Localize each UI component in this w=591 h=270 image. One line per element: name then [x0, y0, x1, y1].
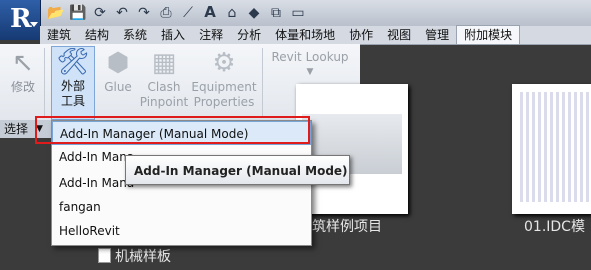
print-icon[interactable]: ⎙ — [156, 3, 176, 23]
tooltip: Add-In Manager (Manual Mode) — [125, 155, 350, 185]
measure-icon[interactable]: ⟋ — [178, 3, 198, 23]
chevron-down-icon — [30, 22, 38, 27]
revit-lookup-label: Revit Lookup — [271, 50, 349, 64]
glue-button[interactable]: ⬢ Glue — [99, 48, 137, 95]
recent-file-caption[interactable]: 筑样例项目 — [312, 216, 382, 236]
chevron-down-icon: ▼ — [306, 67, 314, 77]
file-link-label: 机械样板 — [115, 249, 171, 265]
document-icon — [98, 248, 111, 263]
tab-collaborate[interactable]: 协作 — [342, 26, 380, 44]
building-preview-image — [520, 92, 590, 202]
tab-view[interactable]: 视图 — [380, 26, 418, 44]
tab-systems[interactable]: 系统 — [116, 26, 154, 44]
ribbon-tabs: 建筑 结构 系统 插入 注释 分析 体量和场地 协作 视图 管理 附加模块 — [40, 25, 591, 45]
tab-insert[interactable]: 插入 — [154, 26, 192, 44]
equipment-label-2: Properties — [193, 95, 255, 109]
cursor-arrow-icon: ↖ — [12, 48, 34, 78]
3d-view-icon[interactable]: ⌂ — [222, 3, 242, 23]
quick-access-toolbar: 📂 💾 ⟳ ↶ ↷ ⎙ ⟋ A ⌂ ◆ ⧉ ▭ — [0, 0, 591, 27]
external-tools-label-1: 外部 — [60, 79, 85, 93]
select-panel-label[interactable]: 选择 — [4, 120, 28, 138]
clash-label-2: Pinpoint — [139, 95, 189, 109]
revit-lookup-button[interactable]: Revit Lookup ▼ — [268, 50, 352, 80]
save-icon[interactable]: 💾 — [68, 3, 88, 23]
recent-file-caption[interactable]: 01.IDC模 — [524, 216, 585, 236]
revit-logo-icon: R — [10, 4, 32, 34]
tab-massing-site[interactable]: 体量和场地 — [268, 26, 342, 44]
tab-annotate[interactable]: 注释 — [192, 26, 230, 44]
tab-structure[interactable]: 结构 — [78, 26, 116, 44]
undo-icon[interactable]: ↶ — [112, 3, 132, 23]
tab-add-ins[interactable]: 附加模块 — [456, 25, 521, 44]
external-tools-icon: 🛠 — [56, 47, 90, 77]
divider — [44, 48, 45, 118]
close-windows-icon[interactable]: ⧉ — [266, 3, 286, 23]
gear-icon: ⚙ — [212, 48, 236, 78]
file-link[interactable]: 机械样板 — [98, 246, 171, 266]
clash-pinpoint-icon: ▦ — [151, 48, 177, 78]
modify-label: 修改 — [10, 80, 35, 94]
highlight-box — [35, 116, 310, 144]
section-icon[interactable]: ◆ — [244, 3, 264, 23]
glue-cube-icon: ⬢ — [106, 48, 130, 78]
redo-icon[interactable]: ↷ — [134, 3, 154, 23]
external-tools-button[interactable]: 🛠 外部 工具 — [51, 46, 95, 120]
clash-pinpoint-button[interactable]: ▦ Clash Pinpoint — [139, 48, 189, 110]
open-icon[interactable]: 📂 — [46, 3, 66, 23]
tab-architecture[interactable]: 建筑 — [40, 26, 78, 44]
divider — [262, 48, 263, 118]
equipment-properties-button[interactable]: ⚙ Equipment Properties — [191, 48, 257, 110]
recent-file-thumbnail[interactable] — [296, 84, 408, 214]
glue-label: Glue — [104, 80, 132, 94]
application-menu-button[interactable]: R — [0, 0, 41, 40]
modify-button[interactable]: ↖ 修改 — [4, 48, 42, 95]
tab-analyze[interactable]: 分析 — [230, 26, 268, 44]
equipment-label-1: Equipment — [191, 80, 257, 94]
menu-item-hellorevit[interactable]: HelloRevit — [52, 219, 311, 243]
menu-item-fangan[interactable]: fangan — [52, 195, 311, 219]
external-tools-label-2: 工具 — [60, 94, 85, 108]
recent-file-thumbnail[interactable] — [512, 84, 591, 214]
text-icon[interactable]: A — [200, 3, 220, 23]
sync-icon[interactable]: ⟳ — [90, 3, 110, 23]
tab-manage[interactable]: 管理 — [418, 26, 456, 44]
switch-icon[interactable]: ▭ — [288, 3, 308, 23]
clash-label-1: Clash — [147, 80, 181, 94]
quick-access-icons: 📂 💾 ⟳ ↶ ↷ ⎙ ⟋ A ⌂ ◆ ⧉ ▭ — [46, 3, 308, 23]
